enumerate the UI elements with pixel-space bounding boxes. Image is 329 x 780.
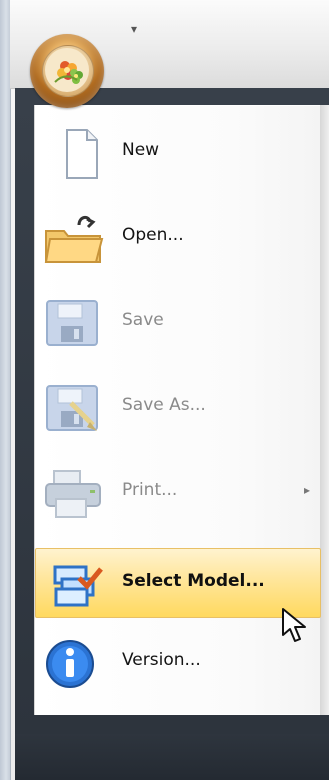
mouse-pointer-icon	[281, 607, 309, 643]
menu-item-new[interactable]: New	[44, 118, 318, 190]
open-folder-icon	[44, 213, 106, 265]
info-icon	[44, 638, 106, 690]
submenu-arrow-icon: ▸	[303, 483, 311, 497]
menu-item-open[interactable]: Open...	[44, 203, 318, 275]
quick-access-toolbar-dropdown-icon[interactable]: ▾	[128, 22, 140, 36]
menu-right-edge	[320, 105, 329, 715]
menu-item-select-model[interactable]: Select Model...	[35, 548, 321, 618]
left-window-frame	[0, 0, 11, 780]
menu-item-version[interactable]: Version...	[44, 628, 318, 700]
new-document-icon	[44, 128, 106, 180]
menu-item-label-version: Version...	[122, 650, 201, 670]
menu-item-save[interactable]: Save	[44, 288, 318, 360]
menu-item-label-new: New	[122, 140, 160, 160]
select-model-icon	[48, 559, 110, 611]
flower-logo-icon	[42, 45, 94, 97]
menu-item-save-as[interactable]: Save As...	[44, 373, 318, 445]
menu-item-label-save: Save	[122, 310, 164, 330]
save-as-icon	[44, 383, 106, 435]
printer-icon	[44, 468, 106, 520]
application-window: ▾ New Open... Save Save As... Print... ▸…	[0, 0, 329, 780]
application-menu-button[interactable]	[30, 34, 104, 108]
application-menu-bottom-bar	[15, 734, 329, 780]
menu-item-label-open: Open...	[122, 225, 184, 245]
save-disk-icon	[44, 298, 106, 350]
menu-item-print[interactable]: Print... ▸	[44, 458, 318, 530]
menu-item-label-print: Print...	[122, 480, 178, 500]
menu-item-label-select-model: Select Model...	[122, 571, 265, 591]
menu-item-label-save-as: Save As...	[122, 395, 206, 415]
